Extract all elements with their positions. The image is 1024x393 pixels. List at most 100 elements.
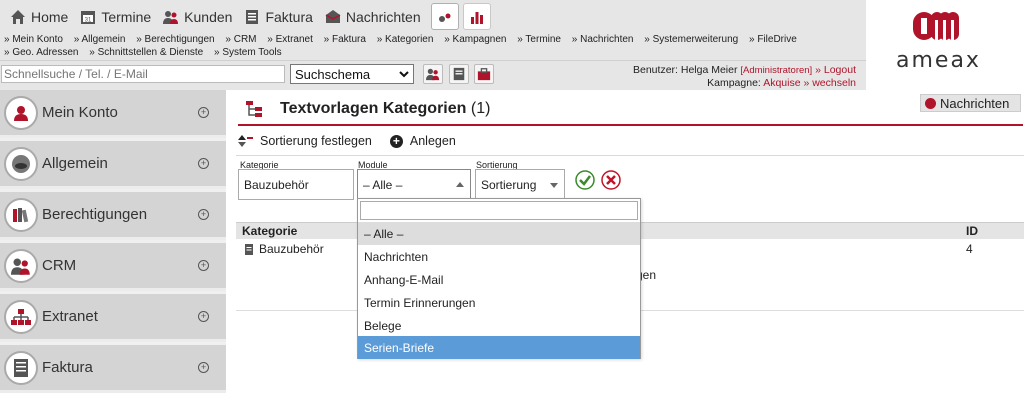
logo-text: ameax (896, 48, 981, 73)
column-header-kategorie[interactable]: Kategorie (242, 224, 297, 238)
nav-stats-button[interactable] (462, 3, 491, 30)
chevron-up-icon (456, 182, 464, 187)
crumb-termine[interactable]: » Termine (517, 34, 561, 45)
sidebar-item-label: Faktura (42, 359, 93, 376)
binders-icon (4, 197, 38, 232)
crumb-systemerweiterung[interactable]: » Systemerweiterung (644, 34, 738, 45)
sidebar-item-label: Berechtigungen (42, 206, 148, 223)
messages-button[interactable]: Nachrichten (920, 94, 1021, 112)
expand-icon[interactable]: + (198, 158, 209, 169)
user-icon (4, 95, 38, 130)
record-icon (925, 97, 936, 109)
sidebar-item-label: Allgemein (42, 155, 108, 172)
messages-button-label: Nachrichten (940, 95, 1010, 111)
sortierung-filter-value: Sortierung (481, 177, 537, 192)
sidebar-item-mein-konto[interactable]: Mein Konto + (0, 90, 226, 138)
search-row: Suchschema Benutzer: Helga Meier [Admini… (0, 60, 866, 90)
search-schema-value: Suchschema (295, 66, 371, 82)
user-info: Benutzer: Helga Meier [Administratoren] … (633, 64, 856, 89)
nav-kunden[interactable]: Kunden (157, 0, 238, 33)
crumb-filedrive[interactable]: » FileDrive (749, 34, 797, 45)
row-kategorie-cell: Bauzubehör (244, 242, 324, 256)
users-icon (163, 10, 179, 24)
crumb-nachrichten[interactable]: » Nachrichten (572, 34, 634, 45)
crumb-system-tools[interactable]: » System Tools (214, 47, 282, 58)
crumb-extranet[interactable]: » Extranet (267, 34, 313, 45)
sidebar: Mein Konto + Allgemein + Berechtigungen … (0, 90, 226, 393)
document-search-button[interactable] (449, 64, 469, 84)
dropdown-option[interactable]: – Alle – (358, 222, 640, 245)
sidebar-item-crm[interactable]: CRM + (0, 243, 226, 291)
nav-nachrichten[interactable]: Nachrichten (319, 0, 427, 33)
crumb-mein-konto[interactable]: » Mein Konto (4, 34, 63, 45)
document-icon (453, 67, 465, 81)
sort-button-label: Sortierung festlegen (260, 134, 372, 148)
nav-home[interactable]: Home (4, 0, 74, 33)
page-title-count: (1) (470, 100, 491, 117)
sidebar-item-label: Extranet (42, 308, 98, 325)
nav-faktura-label: Faktura (265, 8, 313, 25)
sidebar-item-extranet[interactable]: Extranet + (0, 294, 226, 342)
logo: ameax (866, 0, 1024, 90)
sortierung-filter-select[interactable]: Sortierung (475, 169, 565, 200)
crumb-schnittstellen[interactable]: » Schnittstellen & Dienste (89, 47, 203, 58)
kategorie-filter-value: Bauzubehör (244, 177, 309, 192)
campaign-label: Kampagne: (707, 77, 761, 89)
page-header: Textvorlagen Kategorien (1) Nachrichten (238, 94, 1023, 126)
customer-search-button[interactable] (423, 64, 443, 84)
user-name: Benutzer: Helga Meier (633, 64, 738, 76)
nav-settings-button[interactable] (430, 3, 459, 30)
document-icon (246, 9, 259, 24)
bar-chart-icon (470, 11, 483, 24)
sort-button[interactable]: Sortierung festlegen (238, 134, 372, 148)
general-icon (4, 146, 38, 181)
crumb-crm[interactable]: » CRM (225, 34, 256, 45)
switch-campaign-link[interactable]: » wechseln (803, 77, 856, 89)
sidebar-item-label: CRM (42, 257, 77, 274)
sidebar-item-faktura[interactable]: Faktura + (0, 345, 226, 393)
mail-icon (325, 9, 341, 23)
expand-icon[interactable]: + (198, 260, 209, 271)
dropdown-option[interactable]: Serien-Briefe (358, 336, 640, 359)
dropdown-search-input[interactable] (360, 201, 638, 220)
sidebar-item-berechtigungen[interactable]: Berechtigungen + (0, 192, 226, 240)
crumb-allgemein[interactable]: » Allgemein (74, 34, 126, 45)
module-dropdown: – Alle – Nachrichten Anhang-E-Mail Termi… (357, 198, 641, 359)
add-button-label: Anlegen (409, 134, 456, 148)
expand-icon[interactable]: + (198, 311, 209, 322)
column-header-id[interactable]: ID (966, 224, 978, 238)
nav-home-label: Home (31, 8, 69, 25)
plus-circle-icon: + (389, 134, 403, 148)
cancel-icon[interactable] (601, 170, 621, 190)
gears-icon (438, 13, 451, 22)
add-button[interactable]: + Anlegen (389, 134, 456, 148)
user-role[interactable]: [Administratoren] (740, 65, 812, 76)
expand-icon[interactable]: + (198, 107, 209, 118)
search-schema-select[interactable]: Suchschema (290, 64, 414, 84)
expand-icon[interactable]: + (198, 209, 209, 220)
crumb-geo-adressen[interactable]: » Geo. Adressen (4, 47, 79, 58)
sidebar-item-allgemein[interactable]: Allgemein + (0, 141, 226, 189)
chevron-down-icon (550, 183, 558, 188)
crumb-kategorien[interactable]: » Kategorien (377, 34, 434, 45)
lock-search-button[interactable] (474, 64, 494, 84)
expand-icon[interactable]: + (198, 362, 209, 373)
crumb-faktura[interactable]: » Faktura (324, 34, 366, 45)
dropdown-option[interactable]: Nachrichten (358, 245, 640, 268)
home-icon (11, 9, 25, 24)
crumb-berechtigungen[interactable]: » Berechtigungen (136, 34, 214, 45)
check-icon[interactable] (575, 170, 595, 190)
dropdown-option[interactable]: Termin Erinnerungen (358, 291, 640, 314)
kategorie-filter-input[interactable]: Bauzubehör (238, 169, 354, 200)
nav-faktura[interactable]: Faktura (238, 0, 318, 33)
crumb-kampagnen[interactable]: » Kampagnen (444, 34, 506, 45)
module-filter-select[interactable]: – Alle – (357, 169, 471, 200)
logout-link[interactable]: » Logout (815, 64, 856, 76)
nav-kunden-label: Kunden (184, 8, 233, 25)
nav-termine[interactable]: 31 Termine (74, 0, 157, 33)
briefcase-icon (477, 68, 491, 81)
quick-search-input[interactable] (1, 65, 285, 83)
campaign-name[interactable]: Akquise (763, 77, 800, 89)
dropdown-option[interactable]: Belege (358, 314, 640, 337)
dropdown-option[interactable]: Anhang-E-Mail (358, 268, 640, 291)
